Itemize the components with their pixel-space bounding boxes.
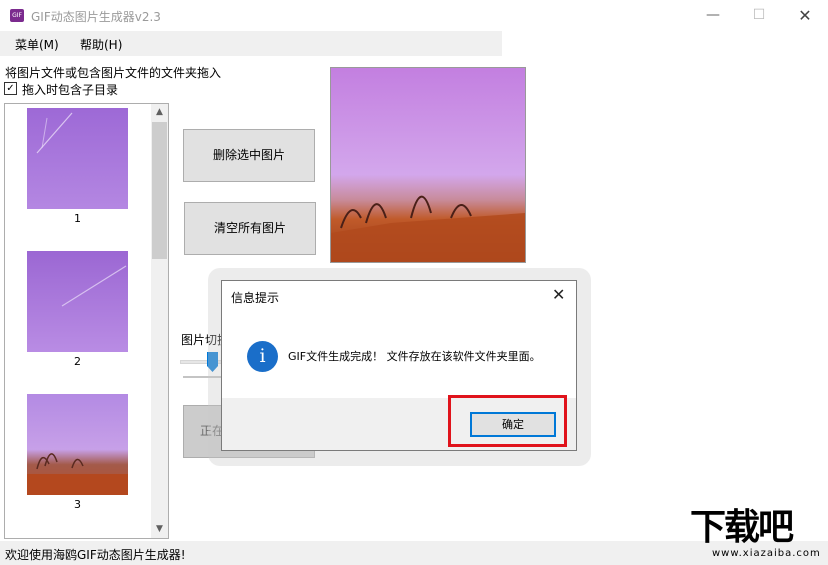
thumbnail-label-3: 3 xyxy=(74,498,81,511)
info-icon: i xyxy=(247,341,278,372)
minimize-button[interactable]: — xyxy=(690,0,736,31)
watermark-main: 下载吧 xyxy=(690,507,794,548)
scroll-thumb[interactable] xyxy=(152,122,167,259)
preview-image xyxy=(330,67,526,263)
scroll-up-icon[interactable]: ▲ xyxy=(151,104,168,121)
close-button[interactable]: ✕ xyxy=(782,0,828,31)
contrail-graphic xyxy=(61,265,127,307)
thumbnail-image-3[interactable] xyxy=(27,394,128,495)
menu-item-help[interactable]: 帮助(H) xyxy=(80,36,122,53)
include-subdirs-checkbox[interactable]: ✓ xyxy=(4,82,17,95)
preview-graphic xyxy=(331,68,525,262)
dialog-message: GIF文件生成完成！ 文件存放在该软件文件夹里面。 xyxy=(288,350,541,363)
scroll-down-icon[interactable]: ▼ xyxy=(151,521,168,538)
dialog-close-icon[interactable]: ✕ xyxy=(552,285,565,304)
maximize-button[interactable]: ☐ xyxy=(736,0,782,31)
menu-bar: 菜单(M) 帮助(H) xyxy=(0,31,502,56)
title-bar: GIF GIF动态图片生成器v2.3 — ☐ ✕ xyxy=(0,0,828,31)
menu-item-menu[interactable]: 菜单(M) xyxy=(15,36,59,53)
app-icon: GIF xyxy=(10,9,24,22)
trees-graphic xyxy=(27,453,128,495)
clear-all-button[interactable]: 清空所有图片 xyxy=(184,202,316,255)
thumbnail-image-1[interactable] xyxy=(27,108,128,209)
watermark-logo: 下载吧 www.xiazaiba.com xyxy=(690,508,828,565)
thumbnail-label-1: 1 xyxy=(74,212,81,225)
dialog-title: 信息提示 xyxy=(231,291,280,305)
thumbnail-image-2[interactable] xyxy=(27,251,128,352)
thumbnail-label-2: 2 xyxy=(74,355,81,368)
ok-button[interactable]: 确定 xyxy=(470,412,556,437)
thumbnail-scrollbar[interactable]: ▲ ▼ xyxy=(151,104,168,538)
thumbnail-list[interactable]: 1 2 3 ▲ ▼ xyxy=(4,103,169,539)
status-text: 欢迎使用海鸥GIF动态图片生成器! xyxy=(5,548,186,562)
include-subdirs-label: 拖入时包含子目录 xyxy=(22,83,119,97)
watermark-url: www.xiazaiba.com xyxy=(712,548,821,559)
drop-hint-label: 将图片文件或包含图片文件的文件夹拖入 xyxy=(5,66,222,80)
contrail-graphic xyxy=(36,112,73,154)
window-title: GIF动态图片生成器v2.3 xyxy=(31,10,161,24)
delete-selected-button[interactable]: 删除选中图片 xyxy=(183,129,315,182)
